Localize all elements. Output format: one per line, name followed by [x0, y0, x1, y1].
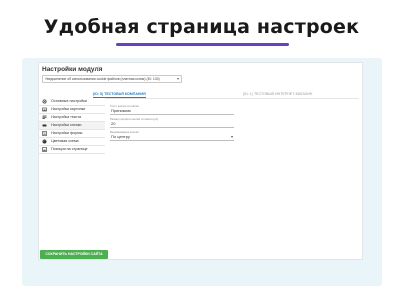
- button-settings-form: Текст кнопки согласия Принимаю Размер шр…: [110, 104, 234, 143]
- module-select-value: Уведомление об использовании cookie файл…: [45, 77, 160, 81]
- font-size-field[interactable]: 20: [110, 121, 234, 128]
- sidebar-item-color-scheme[interactable]: Цветовая схема: [39, 138, 105, 146]
- hero-underline: [116, 43, 289, 46]
- save-button[interactable]: СОХРАНИТЬ НАСТРОЙКИ САЙТА: [40, 250, 108, 259]
- page-title: Настройки модуля: [42, 66, 103, 73]
- gear-icon: [42, 99, 47, 104]
- position-icon: [42, 147, 47, 152]
- star-icon[interactable]: ☆: [96, 65, 101, 72]
- sidebar-item-image-settings[interactable]: Настройки картинки: [39, 106, 105, 114]
- sidebar-item-label: Позиция на странице: [51, 147, 88, 151]
- sidebar-item-text-settings[interactable]: Настройка текста: [39, 114, 105, 122]
- button-text-field[interactable]: Принимаю: [110, 108, 234, 115]
- button-align-select[interactable]: По центру ▾: [110, 134, 234, 141]
- sidebar-item-label: Настройки картинки: [51, 107, 86, 111]
- button-align-value: По центру: [111, 134, 130, 139]
- sidebar-item-page-position[interactable]: Позиция на странице: [39, 146, 105, 154]
- form-icon: [42, 131, 47, 136]
- image-icon: [42, 107, 47, 112]
- sidebar-item-label: Цветовая схема: [51, 139, 79, 143]
- store-tabs: (ID: 0) ТЕСТОВАЯ КОМПАНИЯ (ID: 1) ТЕСТОВ…: [93, 91, 359, 99]
- text-icon: [42, 115, 47, 120]
- sidebar-item-form-settings[interactable]: Настройки формы: [39, 130, 105, 138]
- chevron-down-icon: ▾: [230, 134, 233, 139]
- tab-test-company[interactable]: (ID: 0) ТЕСТОВАЯ КОМПАНИЯ: [93, 92, 146, 98]
- palette-icon: [42, 139, 47, 144]
- sidebar-item-label: Основные настройки: [51, 99, 87, 103]
- module-select[interactable]: Уведомление об использовании cookie файл…: [42, 75, 182, 83]
- chevron-down-icon: ▾: [176, 76, 179, 81]
- settings-panel: Настройки модуля ☆ Уведомление об исполь…: [38, 62, 363, 260]
- hero-title: Удобная страница настроек: [43, 16, 360, 38]
- tab-test-shop[interactable]: (ID: 1) ТЕСТОВЫЙ ИНТЕРНЕТ-МАГАЗИН: [243, 92, 312, 96]
- sidebar-item-button-settings[interactable]: Настройки кнопки: [39, 122, 105, 130]
- sidebar-item-label: Настройка текста: [51, 115, 82, 119]
- sidebar-item-main-settings[interactable]: Основные настройки: [39, 98, 105, 106]
- button-icon: [42, 123, 47, 128]
- sidebar-item-label: Настройки формы: [51, 131, 83, 135]
- settings-sidebar: Основные настройки Настройки картинки На…: [39, 98, 105, 154]
- sidebar-item-label: Настройки кнопки: [51, 123, 82, 127]
